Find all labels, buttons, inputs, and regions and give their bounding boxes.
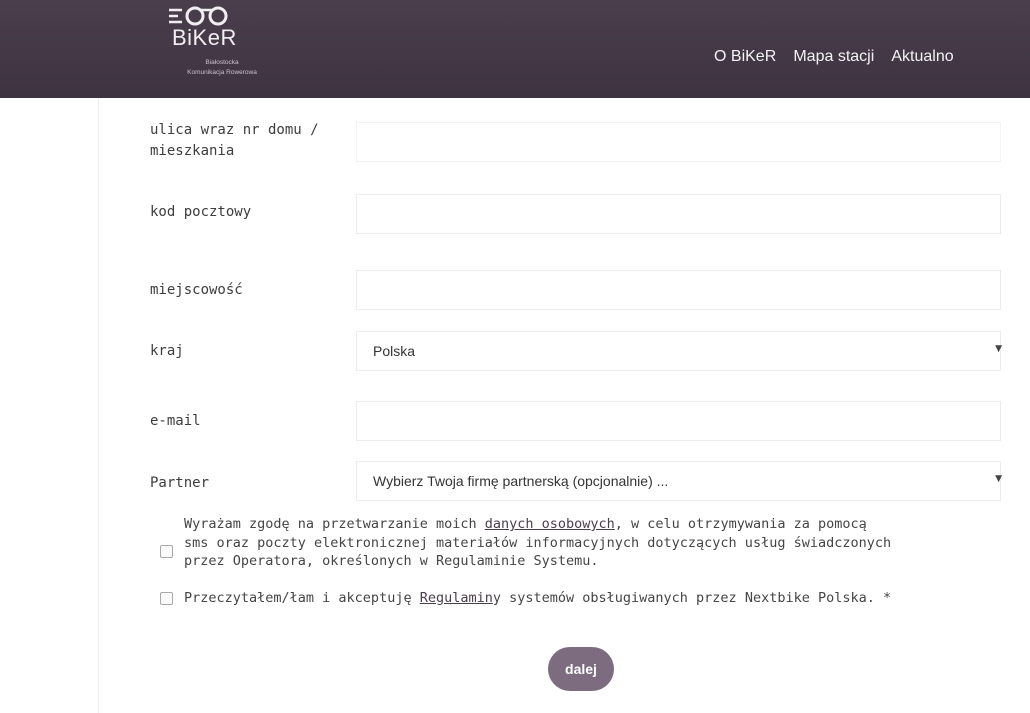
street-label: ulica wraz nr domu / mieszkania (150, 120, 319, 162)
terms-consent-text-b: y systemów obsługiwanych przez Nextbike … (492, 590, 892, 606)
city-label: miejscowość (150, 282, 243, 298)
postal-code-label: kod pocztowy (150, 204, 252, 220)
country-selected-value: Polska (373, 343, 416, 359)
marketing-consent-checkbox[interactable] (160, 545, 173, 558)
email-label: e-mail (150, 413, 201, 429)
partner-label: Partner (150, 475, 210, 491)
terms-link[interactable]: Regulamin (420, 590, 493, 606)
marketing-consent-text-a: Wyrażam zgodę na przetwarzanie moich (184, 516, 485, 532)
terms-consent-text-a: Przeczytałem/łam i akceptuję (184, 590, 420, 606)
main-nav: O BiKeR Mapa stacji Aktualno (714, 46, 966, 66)
registration-form: ulica wraz nr domu / mieszkania kod pocz… (0, 98, 1030, 713)
logo-subtitle-line2: Komunikacja Rowerowa (187, 69, 257, 76)
form-row-street: ulica wraz nr domu / mieszkania (150, 120, 1001, 180)
terms-consent-text: Przeczytałem/łam i akceptuję Regulaminy … (184, 589, 891, 608)
next-button[interactable]: dalej (548, 647, 614, 691)
form-row-country: kraj Polska ▼ (150, 331, 1002, 373)
street-label-line2: mieszkania (150, 143, 235, 159)
country-select[interactable]: Polska ▼ (356, 331, 1002, 371)
city-input[interactable] (356, 270, 1001, 310)
postal-code-input[interactable] (356, 194, 1001, 234)
form-row-postal-code: kod pocztowy (150, 194, 1001, 236)
chevron-down-icon: ▼ (995, 344, 1002, 354)
form-row-partner: Partner Wybierz Twoja firmę partnerską (… (150, 461, 1002, 503)
country-label: kraj (150, 343, 184, 359)
street-label-line1: ulica wraz nr domu / (150, 122, 319, 138)
marketing-consent-line3: przez Operatora, określonych w Regulamin… (184, 553, 599, 569)
logo-subtitle: Białostocka Komunikacja Rowerowa (163, 58, 281, 78)
logo-subtitle-line1: Białostocka (205, 59, 239, 66)
marketing-consent-text: Wyrażam zgodę na przetwarzanie moich dan… (184, 515, 891, 571)
marketing-consent-line2: sms oraz poczty elektronicznej materiałó… (184, 534, 892, 551)
marketing-consent-text-b: , w celu otrzymywania za pomocą (614, 516, 867, 532)
nav-item-news[interactable]: Aktualno (891, 48, 953, 66)
logo-brand-text: BiKeR (172, 25, 237, 50)
nav-item-about[interactable]: O BiKeR (714, 48, 776, 66)
content-left-border (98, 98, 99, 713)
form-row-email: e-mail (150, 401, 1001, 443)
top-header: BiKeR Białostocka Komunikacja Rowerowa O… (0, 0, 1030, 98)
form-row-city: miejscowość (150, 270, 1001, 312)
partner-select[interactable]: Wybierz Twoja firmę partnerską (opcjonal… (356, 461, 1002, 501)
nav-item-station-map[interactable]: Mapa stacji (793, 48, 874, 66)
email-input[interactable] (356, 401, 1001, 441)
biker-logo[interactable]: BiKeR Białostocka Komunikacja Rowerowa (163, 0, 293, 95)
personal-data-link[interactable]: danych osobowych (485, 516, 615, 532)
chevron-down-icon: ▼ (995, 474, 1002, 484)
partner-selected-value: Wybierz Twoja firmę partnerską (opcjonal… (373, 473, 669, 489)
marketing-consent-line1: Wyrażam zgodę na przetwarzanie moich dan… (184, 515, 891, 534)
street-input[interactable] (356, 122, 1001, 162)
terms-consent-checkbox[interactable] (160, 592, 173, 605)
